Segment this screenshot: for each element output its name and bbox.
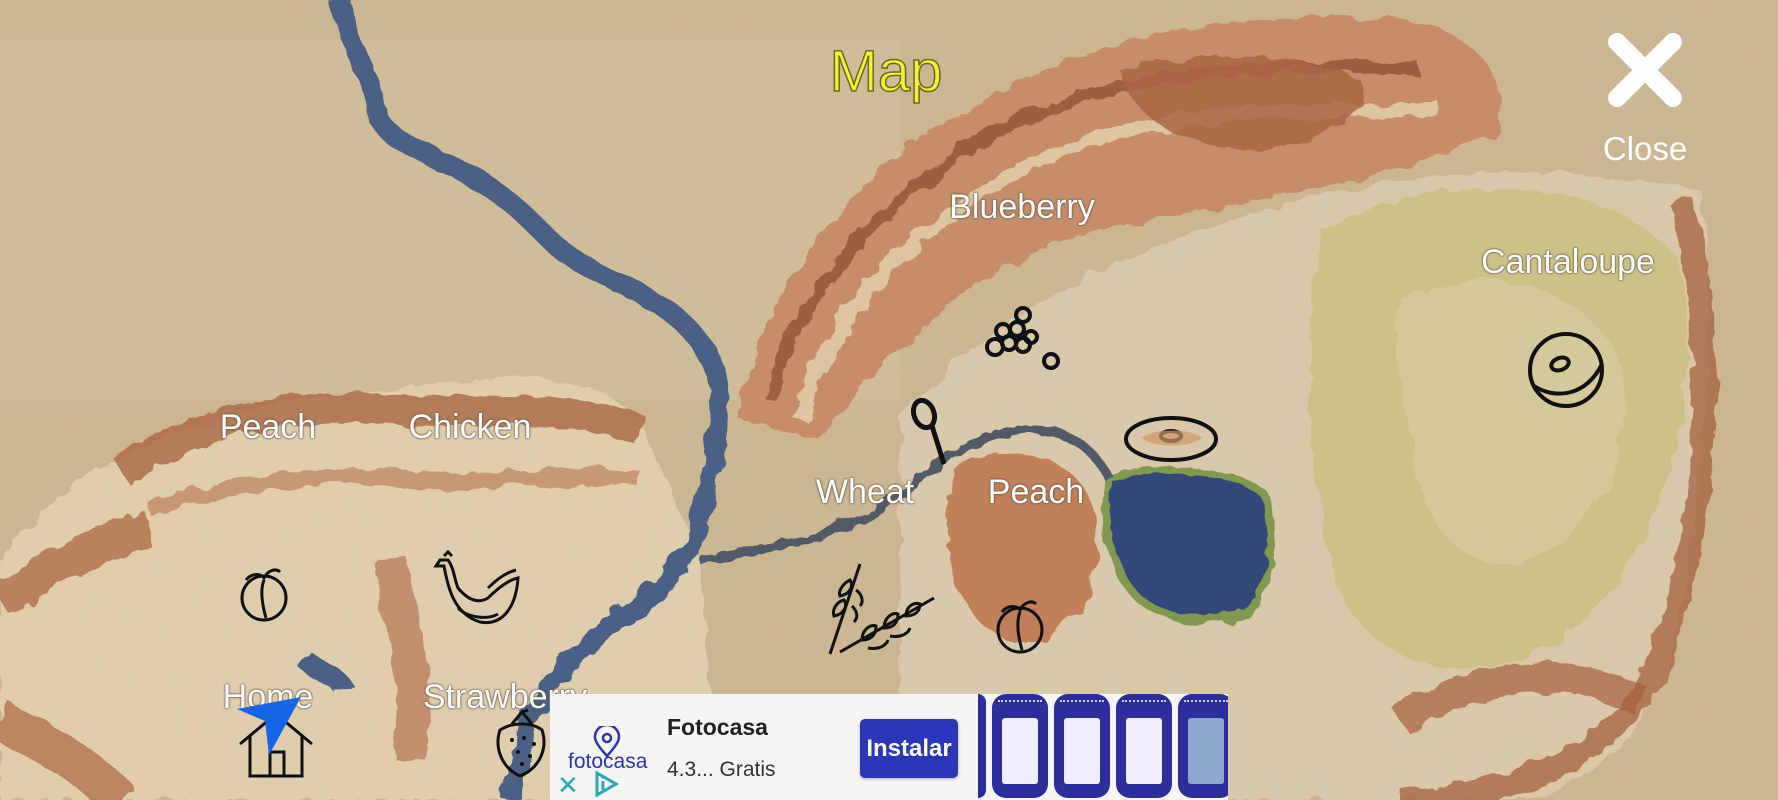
ad-install-button[interactable]: Instalar <box>860 719 958 778</box>
ad-screenshot <box>1178 694 1228 798</box>
ad-banner[interactable]: fotocasa Fotocasa 4.3... Gratis Instalar… <box>550 694 1228 800</box>
ad-app-name: Fotocasa <box>667 714 768 740</box>
magnifier-icon[interactable] <box>906 398 954 470</box>
ad-screenshot <box>992 694 1048 798</box>
ad-screenshot <box>1116 694 1172 798</box>
ad-screenshot <box>1054 694 1110 798</box>
blueberry-icon[interactable] <box>975 295 1067 375</box>
strawberry-icon[interactable] <box>492 708 552 780</box>
adchoices-icon[interactable] <box>592 770 620 798</box>
ad-screenshots[interactable] <box>978 694 1228 800</box>
chicken-icon[interactable] <box>428 548 524 636</box>
location-label-peach-west[interactable]: Peach <box>220 408 316 447</box>
location-label-peach-center[interactable]: Peach <box>988 473 1084 512</box>
close-ad-icon[interactable]: ✕ <box>557 772 579 798</box>
wheat-icon[interactable] <box>822 560 940 656</box>
ad-meta: 4.3... Gratis <box>667 758 776 781</box>
location-label-cantaloupe[interactable]: Cantaloupe <box>1481 243 1655 282</box>
location-label-wheat[interactable]: Wheat <box>816 473 914 512</box>
location-label-blueberry[interactable]: Blueberry <box>949 188 1095 227</box>
cantaloupe-icon[interactable] <box>1526 330 1612 410</box>
donut-icon[interactable] <box>1122 414 1220 464</box>
map-title: Map <box>829 38 943 105</box>
ad-screenshot <box>978 694 986 798</box>
close-label: Close <box>1602 130 1688 167</box>
close-x-icon <box>1608 33 1682 107</box>
close-button[interactable]: Close <box>1595 25 1695 175</box>
location-label-chicken[interactable]: Chicken <box>409 408 532 447</box>
peach-icon[interactable] <box>988 592 1052 656</box>
peach-icon[interactable] <box>232 560 296 624</box>
player-arrow-icon <box>237 697 301 755</box>
